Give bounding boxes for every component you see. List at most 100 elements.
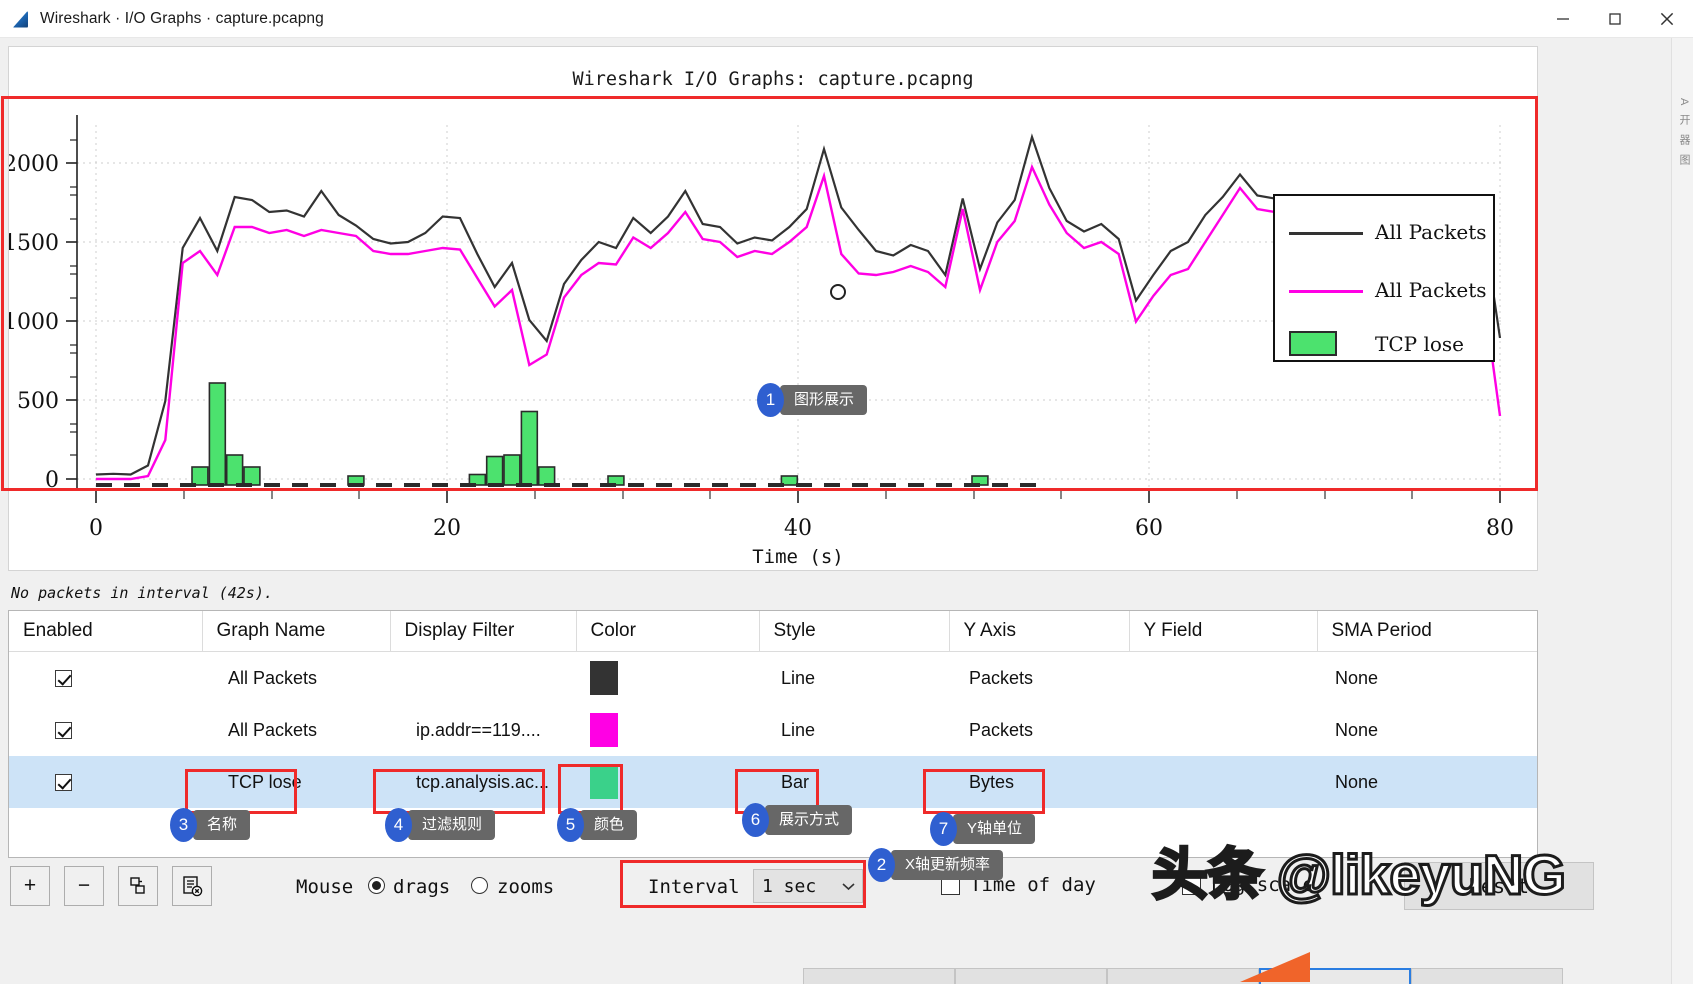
color-swatch[interactable] <box>590 661 618 695</box>
row-enabled-checkbox[interactable] <box>9 652 202 705</box>
callout-3-number: 3 <box>170 808 197 842</box>
tcp-lose-bar <box>503 454 521 486</box>
watermark-text: 头条 @likeyuNG <box>1151 842 1568 908</box>
callout-1: 1 图形展示 <box>757 383 868 417</box>
table-row[interactable]: All Packets Line Packets None <box>9 652 1537 705</box>
close-button[interactable] <box>1641 0 1693 38</box>
col-header-y-axis[interactable]: Y Axis <box>949 611 1130 652</box>
callout-7-label: Y轴单位 <box>953 814 1036 844</box>
legend-label-1: All Packets <box>1375 278 1487 302</box>
row-sma-period[interactable]: None <box>1317 756 1537 808</box>
row-color[interactable] <box>576 652 759 705</box>
row-y-field[interactable] <box>1129 652 1317 705</box>
copy-from-button[interactable]: Copy from <box>1107 968 1259 984</box>
tcp-lose-bar <box>243 466 261 486</box>
radio-zooms-icon[interactable] <box>471 877 488 895</box>
interval-value: 1 sec <box>762 875 817 897</box>
row-enabled-checkbox[interactable] <box>9 756 202 808</box>
x-tick-80: 80 <box>1486 516 1514 541</box>
col-header-enabled[interactable]: Enabled <box>9 611 203 652</box>
maximize-button[interactable] <box>1589 0 1641 38</box>
row-enabled-checkbox[interactable] <box>9 704 202 756</box>
status-message: No packets in interval (42s). <box>11 584 273 602</box>
callout-2-label: X轴更新频率 <box>891 850 1004 880</box>
remove-graph-button[interactable]: − <box>64 866 104 906</box>
x-tick-0: 0 <box>89 516 103 541</box>
mouse-drags-label[interactable]: drags <box>393 876 450 898</box>
save-as-button[interactable]: Save As… <box>803 968 955 984</box>
row-y-axis[interactable]: Packets <box>949 652 1129 705</box>
callout-3: 3 名称 <box>170 808 251 842</box>
row-y-axis[interactable]: Bytes <box>949 756 1129 808</box>
row-display-filter[interactable]: tcp.analysis.ac... <box>390 756 576 808</box>
col-header-sma-period[interactable]: SMA Period <box>1317 611 1537 652</box>
table-row[interactable]: All Packets ip.addr==119.... Line Packets No… <box>9 704 1537 756</box>
copy-button[interactable]: Copy <box>955 968 1107 984</box>
row-style[interactable]: Bar <box>759 756 949 808</box>
col-header-display-filter[interactable]: Display Filter <box>390 611 577 652</box>
row-style[interactable]: Line <box>759 704 949 756</box>
minimize-button[interactable] <box>1537 0 1589 38</box>
row-graph-name[interactable]: All Packets <box>202 652 390 705</box>
duplicate-graph-button[interactable] <box>118 866 158 906</box>
row-y-axis[interactable]: Packets <box>949 704 1129 756</box>
clear-graphs-button[interactable] <box>172 866 212 906</box>
row-display-filter[interactable] <box>390 652 576 705</box>
callout-4-label: 过滤规则 <box>408 810 496 840</box>
color-swatch[interactable] <box>590 765 618 799</box>
row-display-filter[interactable]: ip.addr==119.... <box>390 704 576 756</box>
window-title: Wireshark · I/O Graphs · capture.pcapng <box>40 9 324 27</box>
checkbox-icon[interactable] <box>55 774 72 792</box>
row-graph-name[interactable]: TCP lose <box>202 756 390 808</box>
mouse-zooms-radio[interactable] <box>471 877 488 895</box>
row-color[interactable] <box>576 756 759 808</box>
tcp-lose-bar <box>485 455 504 486</box>
y-tick-500: 500 <box>17 389 59 414</box>
mouse-zooms-label[interactable]: zooms <box>497 876 554 898</box>
table-row[interactable]: TCP lose tcp.analysis.ac... Bar Bytes None <box>9 756 1537 808</box>
col-header-style[interactable]: Style <box>759 611 950 652</box>
row-y-field[interactable] <box>1129 756 1317 808</box>
legend-swatch-2 <box>1289 331 1337 356</box>
col-header-y-field[interactable]: Y Field <box>1129 611 1318 652</box>
callout-2-number: 2 <box>868 848 895 882</box>
callout-3-label: 名称 <box>193 810 251 840</box>
checkbox-icon[interactable] <box>55 722 72 740</box>
col-header-color[interactable]: Color <box>576 611 760 652</box>
add-graph-button[interactable]: + <box>10 866 50 906</box>
title-bar: Wireshark · I/O Graphs · capture.pcapng <box>0 0 1693 38</box>
row-graph-name[interactable]: All Packets <box>202 704 390 756</box>
x-tick-20: 20 <box>433 516 461 541</box>
color-swatch[interactable] <box>590 713 618 747</box>
tcp-lose-bars <box>191 382 989 486</box>
help-button[interactable]: Help <box>1411 968 1563 984</box>
interval-label: Interval <box>648 876 740 898</box>
col-header-graph-name[interactable]: Graph Name <box>202 611 391 652</box>
x-tick-40: 40 <box>784 516 812 541</box>
row-style[interactable]: Line <box>759 652 949 705</box>
callout-4: 4 过滤规则 <box>385 808 496 842</box>
chart-panel: Wireshark I/O Graphs: capture.pcapng 0 5… <box>8 46 1538 571</box>
tcp-lose-bar <box>520 410 539 486</box>
legend-label-0: All Packets <box>1375 220 1487 244</box>
right-strip-text: A 开 器 图 <box>1678 98 1690 168</box>
y-tick-2000: 2000 <box>9 152 59 177</box>
interval-select[interactable]: 1 sec <box>753 869 863 903</box>
row-sma-period[interactable]: None <box>1317 652 1537 705</box>
chevron-down-icon <box>842 882 855 890</box>
callout-7-number: 7 <box>930 812 957 846</box>
callout-1-number: 1 <box>757 383 784 417</box>
mouse-drags-radio[interactable] <box>368 877 385 895</box>
callout-1-label: 图形展示 <box>780 385 868 415</box>
radio-drags-icon[interactable] <box>368 877 385 895</box>
callout-5-label: 颜色 <box>580 810 638 840</box>
tcp-lose-bar <box>191 466 209 486</box>
row-y-field[interactable] <box>1129 704 1317 756</box>
checkbox-icon[interactable] <box>55 670 72 688</box>
y-tick-1000: 1000 <box>9 310 59 335</box>
x-tick-60: 60 <box>1135 516 1163 541</box>
mouse-label: Mouse <box>296 876 354 898</box>
row-color[interactable] <box>576 704 759 756</box>
callout-5: 5 颜色 <box>557 808 638 842</box>
row-sma-period[interactable]: None <box>1317 704 1537 756</box>
